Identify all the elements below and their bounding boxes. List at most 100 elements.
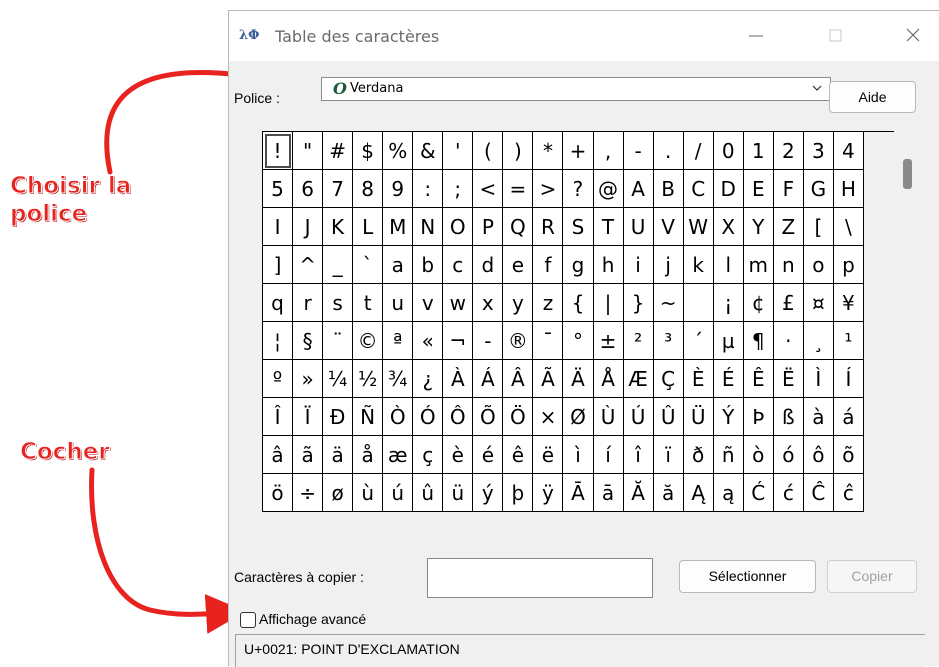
character-cell[interactable]: $ [353,132,384,170]
character-cell[interactable]: É [713,360,744,398]
character-cell[interactable]: k [683,246,714,284]
character-cell[interactable]: Ù [593,398,624,436]
character-cell[interactable]: % [383,132,414,170]
character-cell[interactable]: ö [263,474,294,512]
maximize-icon[interactable] [821,25,851,47]
character-cell[interactable]: © [353,322,384,360]
character-cell[interactable]: 7 [323,170,354,208]
character-cell[interactable]: ì [563,436,594,474]
character-cell[interactable]: B [653,170,684,208]
character-cell[interactable]: | [593,284,624,322]
character-cell[interactable]: ¯ [533,322,564,360]
character-cell[interactable]: Á [473,360,504,398]
character-cell[interactable]: Ì [803,360,834,398]
character-cell[interactable]: D [713,170,744,208]
character-cell[interactable]: ½ [353,360,384,398]
character-cell[interactable]: Ø [563,398,594,436]
close-icon[interactable] [898,25,928,47]
character-cell[interactable]: æ [383,436,414,474]
character-cell[interactable]: : [413,170,444,208]
character-cell[interactable]: i [623,246,654,284]
character-cell[interactable]: S [563,208,594,246]
character-cell[interactable]: j [653,246,684,284]
character-cell[interactable]: ò [743,436,774,474]
character-cell[interactable]: u [383,284,414,322]
character-cell[interactable]: * [533,132,564,170]
character-cell[interactable]: 9 [383,170,414,208]
character-cell[interactable]: ± [593,322,624,360]
character-cell[interactable]: Ñ [353,398,384,436]
character-cell[interactable]: ´ [683,322,714,360]
character-cell[interactable]: } [623,284,654,322]
character-cell[interactable]: µ [713,322,744,360]
character-cell[interactable]: p [833,246,864,284]
character-cell[interactable]: ß [773,398,804,436]
character-cell[interactable]: ÷ [293,474,324,512]
character-cell[interactable]: ! [263,132,294,170]
character-cell[interactable]: ï [653,436,684,474]
character-cell[interactable]: - [623,132,654,170]
character-cell[interactable]: ÿ [533,474,564,512]
character-cell[interactable]: È [683,360,714,398]
character-cell[interactable]: À [443,360,474,398]
character-cell[interactable]: Õ [473,398,504,436]
character-cell[interactable]: " [293,132,324,170]
character-cell[interactable]: Þ [743,398,774,436]
character-cell[interactable]: r [293,284,324,322]
character-cell[interactable]: Å [593,360,624,398]
character-cell[interactable]: a [383,246,414,284]
character-cell[interactable]: P [473,208,504,246]
character-cell[interactable]: U [623,208,654,246]
character-cell[interactable]: Ó [413,398,444,436]
character-cell[interactable]: ² [623,322,654,360]
character-cell[interactable]: ä [323,436,354,474]
character-cell[interactable]: & [413,132,444,170]
character-cell[interactable]: ú [383,474,414,512]
character-cell[interactable]: . [653,132,684,170]
character-cell[interactable]: x [473,284,504,322]
character-cell[interactable]: è [443,436,474,474]
character-cell[interactable]: v [413,284,444,322]
character-cell[interactable]: Ä [563,360,594,398]
character-cell[interactable]: × [533,398,564,436]
character-cell[interactable]: 5 [263,170,294,208]
character-cell[interactable]: J [293,208,324,246]
character-cell[interactable]: T [593,208,624,246]
grid-scrollbar[interactable] [897,131,913,529]
character-cell[interactable]: c [443,246,474,284]
character-cell[interactable]: ā [593,474,624,512]
character-cell[interactable]: C [683,170,714,208]
character-cell[interactable]: Â [503,360,534,398]
character-cell[interactable]: ` [353,246,384,284]
character-cell[interactable]: § [293,322,324,360]
character-cell[interactable]: A [623,170,654,208]
character-cell[interactable]: = [503,170,534,208]
character-cell[interactable]: ë [533,436,564,474]
character-cell[interactable]: + [563,132,594,170]
character-cell[interactable]: K [323,208,354,246]
character-cell[interactable]: X [713,208,744,246]
character-cell[interactable]: é [473,436,504,474]
character-cell[interactable]: ^ [293,246,324,284]
character-cell[interactable]: » [293,360,324,398]
character-cell[interactable]: Ý [713,398,744,436]
character-cell[interactable]: Û [653,398,684,436]
character-cell[interactable]: ô [803,436,834,474]
character-cell[interactable]: @ [593,170,624,208]
character-cell[interactable]: ~ [653,284,684,322]
character-cell[interactable]: ¢ [743,284,774,322]
character-cell[interactable]: ¶ [743,322,774,360]
character-cell[interactable]: E [743,170,774,208]
character-cell[interactable]: M [383,208,414,246]
character-cell[interactable]: î [623,436,654,474]
character-cell[interactable]: z [533,284,564,322]
minimize-icon[interactable] [741,25,771,47]
character-cell[interactable]: ¸ [803,322,834,360]
character-cell[interactable]: m [743,246,774,284]
scrollbar-thumb[interactable] [903,159,912,189]
character-cell[interactable]: « [413,322,444,360]
character-cell[interactable]: \ [833,208,864,246]
character-cell[interactable]: ( [473,132,504,170]
character-cell[interactable]: # [323,132,354,170]
character-cell[interactable]: Ð [323,398,354,436]
